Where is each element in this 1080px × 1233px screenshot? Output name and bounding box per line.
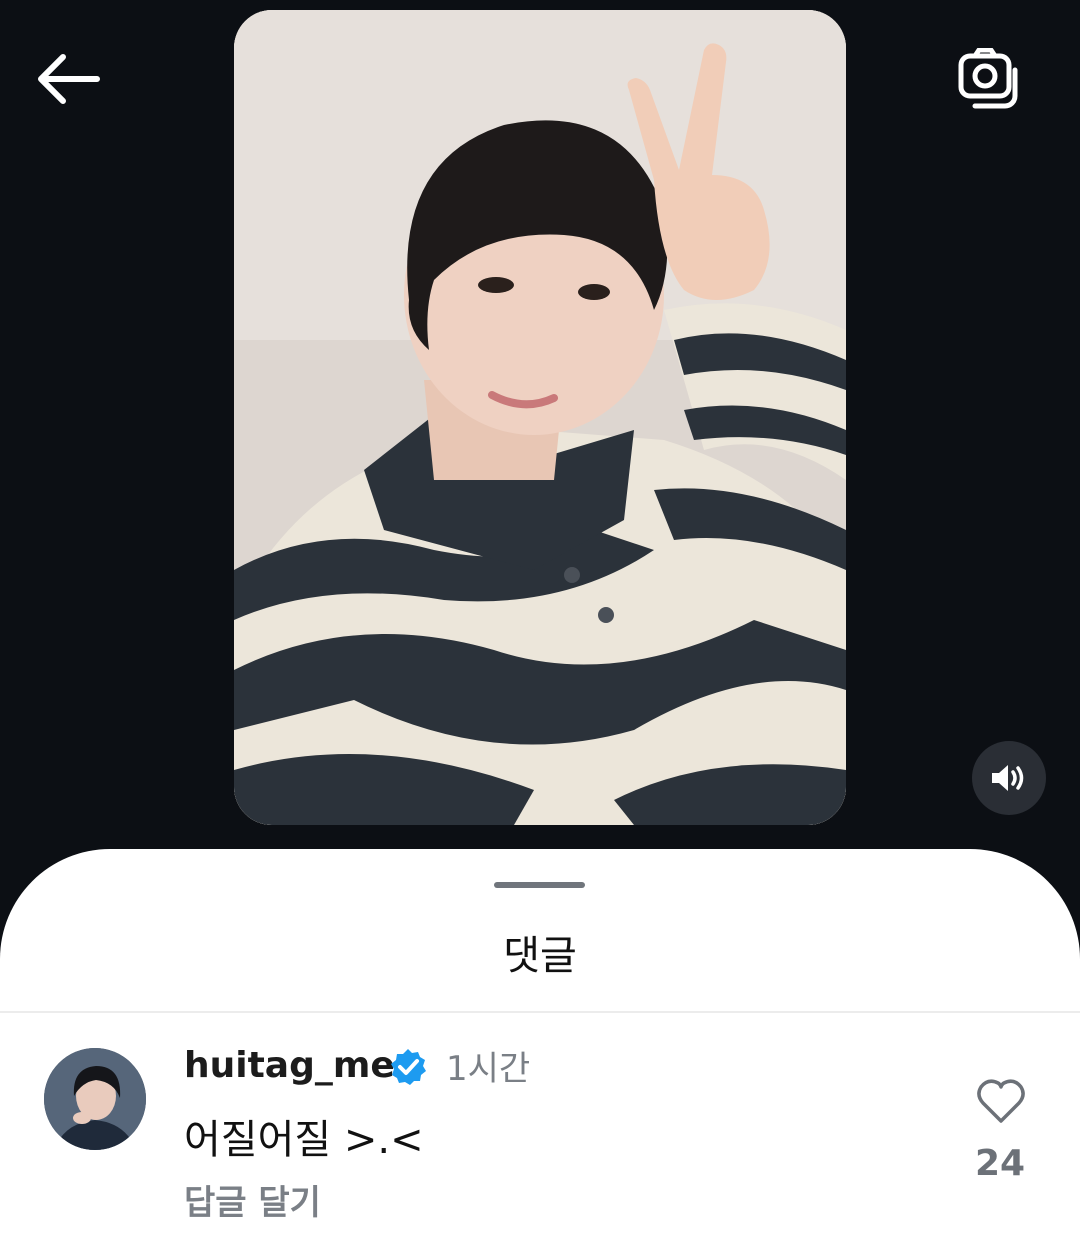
- heart-outline-icon[interactable]: [976, 1077, 1026, 1125]
- comment-time: 1시간: [446, 1049, 531, 1089]
- comment-username[interactable]: huitag_me: [184, 1045, 395, 1086]
- sheet-title: 댓글: [503, 933, 577, 979]
- comment-item: huitag_me 1시간 어질어질 >.< 답글 달기 24: [0, 1013, 1080, 1233]
- volume-button[interactable]: [972, 741, 1046, 815]
- comments-sheet: 댓글 huitag_me 1시간 어질어질 >.< 답글 달기 24: [0, 849, 1080, 1233]
- avatar[interactable]: [44, 1048, 146, 1150]
- like-count: 24: [974, 1143, 1026, 1184]
- sheet-drag-handle[interactable]: [494, 882, 585, 888]
- media-viewer-area: [0, 0, 1080, 860]
- speaker-volume-icon: [992, 765, 1024, 791]
- avatar-image: [44, 1048, 146, 1150]
- selfie-video-image: [234, 10, 846, 825]
- back-button[interactable]: [30, 48, 106, 110]
- camera-button[interactable]: [950, 44, 1030, 116]
- video-frame[interactable]: [234, 10, 846, 825]
- camera-stack-icon: [958, 48, 1018, 109]
- arrow-left-icon: [38, 54, 100, 104]
- verified-badge-icon: [391, 1049, 426, 1085]
- comment-text: 어질어질 >.<: [184, 1117, 424, 1163]
- reply-button[interactable]: 답글 달기: [184, 1175, 321, 1224]
